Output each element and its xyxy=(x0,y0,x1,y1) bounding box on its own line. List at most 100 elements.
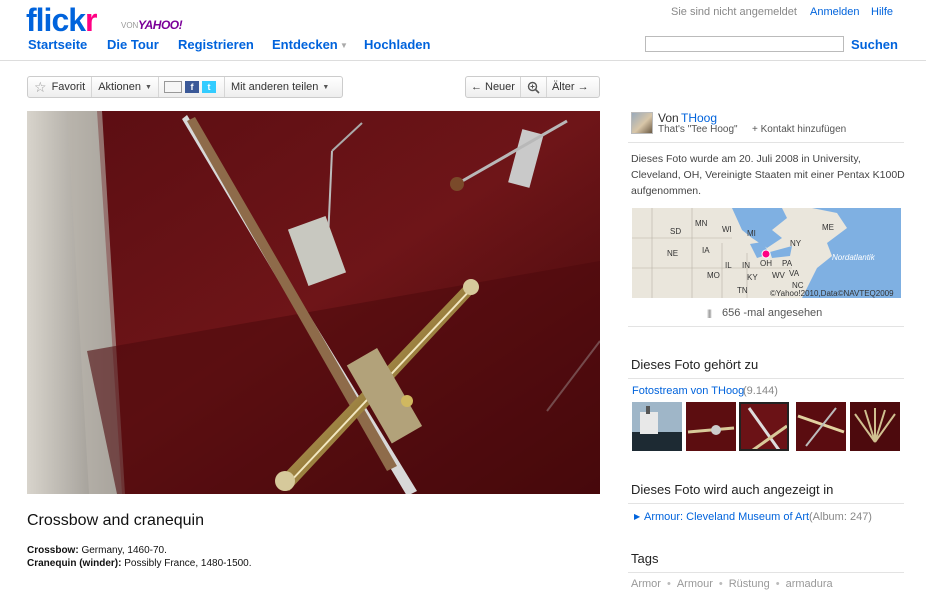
chevron-down-icon: ▼ xyxy=(145,83,152,91)
photo-title: Crossbow and cranequin xyxy=(27,512,204,529)
stream-thumbnail[interactable] xyxy=(850,402,900,451)
desc-value: Possibly France, 1480-1500. xyxy=(121,558,252,569)
stream-thumbnail[interactable] xyxy=(686,402,736,451)
map-label: OH xyxy=(760,259,772,268)
actions-label: Aktionen xyxy=(98,81,141,93)
tag-link[interactable]: armadura xyxy=(786,578,833,590)
photo-description-line: Cranequin (winder): Possibly France, 148… xyxy=(27,558,252,569)
map-label: Nordatlantik xyxy=(832,253,876,262)
tag-link[interactable]: Rüstung xyxy=(729,578,770,590)
nav-register[interactable]: Registrieren xyxy=(178,37,254,52)
album-count: (Album: 247) xyxy=(809,511,872,523)
divider xyxy=(628,326,904,327)
search-input[interactable] xyxy=(645,36,844,52)
taken-info: Dieses Foto wurde am 20. Juli 2008 in Un… xyxy=(631,153,905,197)
divider xyxy=(628,572,904,573)
location-map[interactable]: SD MN WI MI NE IA IL IN OH PA NY ME MO K… xyxy=(632,208,901,298)
photo-description-line: Crossbow: Germany, 1460-70. xyxy=(27,545,167,556)
chevron-down-icon[interactable]: ▼ xyxy=(340,41,348,50)
share-label: Mit anderen teilen xyxy=(230,81,319,93)
map-label: IA xyxy=(702,246,710,255)
nav-tour[interactable]: Die Tour xyxy=(107,37,159,52)
star-icon: ☆ xyxy=(34,78,47,95)
photo-nav-toolbar: ← Neuer Älter → xyxy=(465,76,600,98)
photo-toolbar: ☆ Favorit Aktionen ▼ f t Mit anderen tei… xyxy=(27,76,343,98)
photostream-count: (9.144) xyxy=(743,385,778,397)
actions-menu[interactable]: Aktionen ▼ xyxy=(92,77,159,97)
map-label: NE xyxy=(667,249,678,258)
tags-heading: Tags xyxy=(631,551,659,566)
divider xyxy=(628,378,904,379)
newer-label: Neuer xyxy=(485,81,515,93)
logo-text: flick xyxy=(26,2,86,38)
quick-share: f t xyxy=(159,77,225,97)
triangle-right-icon: ▶ xyxy=(634,512,641,521)
belongs-heading: Dieses Foto gehört zu xyxy=(631,357,759,372)
photostream-link[interactable]: Fotostream von THoog xyxy=(632,385,744,397)
desc-value: Germany, 1460-70. xyxy=(78,545,167,556)
owner-realname: That's "Tee Hoog" xyxy=(658,124,738,135)
also-in-heading: Dieses Foto wird auch angezeigt in xyxy=(631,482,834,497)
map-label: TN xyxy=(737,286,748,295)
divider xyxy=(628,503,904,504)
zoom-icon xyxy=(527,81,540,94)
map-label: VA xyxy=(789,269,800,278)
map-label: KY xyxy=(747,273,758,282)
nav-upload[interactable]: Hochladen xyxy=(364,37,430,52)
newer-button[interactable]: ← Neuer xyxy=(466,77,521,97)
tag-link[interactable]: Armor xyxy=(631,578,661,590)
yahoo-logo: YAHOO! xyxy=(138,18,183,32)
view-count: 656 -mal angesehen xyxy=(722,307,823,319)
stream-thumbnail[interactable] xyxy=(632,402,682,451)
help-link[interactable]: Hilfe xyxy=(871,6,893,18)
logo-von: VON xyxy=(121,21,139,30)
map-label: IL xyxy=(725,261,732,270)
nav-explore[interactable]: Entdecken xyxy=(272,37,338,52)
favorite-button[interactable]: ☆ Favorit xyxy=(28,77,93,97)
map-label: MN xyxy=(695,219,708,228)
chevron-down-icon: ▼ xyxy=(322,83,330,91)
favorite-label: Favorit xyxy=(51,81,86,93)
facebook-icon[interactable]: f xyxy=(184,81,199,93)
tag-list: Armor • Armour • Rüstung • armadura xyxy=(631,578,833,590)
login-status: Sie sind nicht angemeldet xyxy=(671,6,797,18)
divider xyxy=(628,142,904,143)
map-credit: ©Yahoo!2010,Data©NAVTEQ2009 xyxy=(770,289,894,298)
logo-r: r xyxy=(85,2,97,38)
map-marker xyxy=(761,249,771,259)
desc-label: Crossbow: xyxy=(27,545,79,556)
older-button[interactable]: Älter → xyxy=(547,77,594,97)
map-label: SD xyxy=(670,227,681,236)
zoom-button[interactable] xyxy=(521,77,547,97)
map-label: ME xyxy=(822,223,834,232)
stream-thumbnail[interactable] xyxy=(796,402,846,451)
map-label: WI xyxy=(722,225,732,234)
owner-link[interactable]: THoog xyxy=(681,111,717,125)
header-divider xyxy=(0,60,926,61)
nav-home[interactable]: Startseite xyxy=(28,37,87,52)
owner-prefix: Von xyxy=(658,111,679,125)
map-label: MI xyxy=(747,229,756,238)
arrow-right-icon: → xyxy=(577,81,589,93)
mail-icon[interactable] xyxy=(163,81,182,93)
tag-link[interactable]: Armour xyxy=(677,578,713,590)
add-contact-link[interactable]: + Kontakt hinzufügen xyxy=(752,124,846,135)
views-icon: ||| xyxy=(707,308,712,318)
share-menu[interactable]: Mit anderen teilen ▼ xyxy=(225,77,335,97)
map-label: PA xyxy=(782,259,793,268)
flickr-logo[interactable]: flickr xyxy=(26,2,98,39)
arrow-left-icon: ← xyxy=(471,81,482,93)
main-photo[interactable] xyxy=(27,111,600,494)
album-link[interactable]: Armour: Cleveland Museum of Art xyxy=(644,511,809,523)
map-label: MO xyxy=(707,271,720,280)
stream-thumbnail-current[interactable] xyxy=(738,401,790,452)
map-label: NY xyxy=(790,239,802,248)
desc-label: Cranequin (winder): xyxy=(27,558,122,569)
map-label: WV xyxy=(772,271,786,280)
twitter-icon[interactable]: t xyxy=(201,81,216,93)
search-button[interactable]: Suchen xyxy=(851,37,898,52)
map-label: IN xyxy=(742,261,750,270)
login-link[interactable]: Anmelden xyxy=(810,6,860,18)
avatar[interactable] xyxy=(631,112,653,134)
older-label: Älter xyxy=(551,81,575,93)
